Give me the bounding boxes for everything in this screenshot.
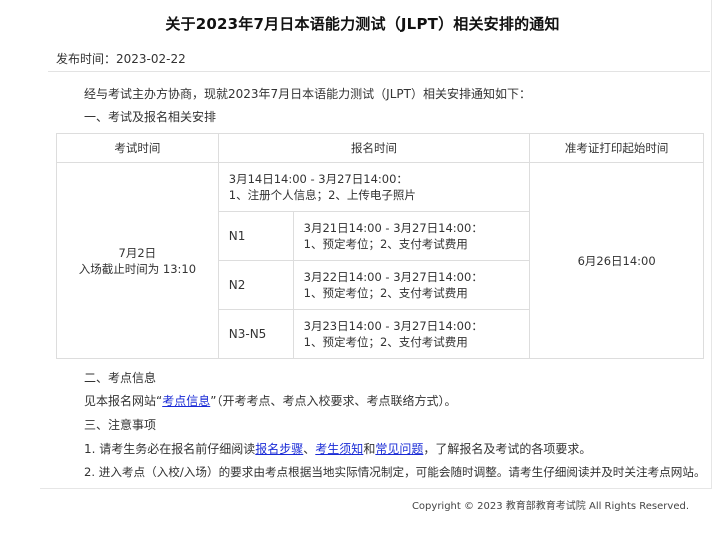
copyright: Copyright © 2023 教育部教育考试院 All Rights Res… xyxy=(411,501,689,512)
registration-steps-link[interactable]: 报名步骤 xyxy=(255,442,303,456)
section-heading-notes: 三、注意事项 xyxy=(84,418,157,432)
level-registration-cell: 3月21日14:00 - 3月27日14:00： 1、预定考位；2、支付考试费用 xyxy=(292,211,531,261)
header-exam-time: 考试时间 xyxy=(56,133,219,163)
level-cell: N1 xyxy=(217,211,294,261)
note-1: 1. 请考生务必在报名前仔细阅读报名步骤、考生须知和常见问题，了解报名及考试的各… xyxy=(84,440,591,457)
exam-cutoff: 入场截止时间为 13:10 xyxy=(78,261,197,276)
note-2: 2. 进入考点（入校/入场）的要求由考点根据当地实际情况制定，可能会随时调整。请… xyxy=(84,465,706,479)
level-registration-steps: 1、预定考位；2、支付考试费用 xyxy=(303,286,468,300)
level-cell: N3-N5 xyxy=(217,309,294,359)
faq-link[interactable]: 常见问题 xyxy=(375,442,423,456)
general-registration-steps: 1、注册个人信息；2、上传电子照片 xyxy=(228,188,416,202)
level-registration-time: 3月21日14:00 - 3月27日14:00： xyxy=(303,221,483,235)
venue-info-prefix: 见本报名网站“ xyxy=(84,394,163,408)
note-1-separator: 、 xyxy=(303,442,316,456)
level-cell: N2 xyxy=(217,260,294,310)
venue-info-suffix: ”（开考考点、考点入校要求、考点联络方式）。 xyxy=(210,394,457,408)
general-registration-time: 3月14日14:00 - 3月27日14:00： xyxy=(228,172,408,186)
level-registration-cell: 3月22日14:00 - 3月27日14:00： 1、预定考位；2、支付考试费用 xyxy=(292,260,531,310)
page-title: 关于2023年7月日本语能力测试（JLPT）相关安排的通知 xyxy=(165,15,560,33)
divider xyxy=(48,71,710,72)
venue-info-line: 见本报名网站“考点信息”（开考考点、考点入校要求、考点联络方式）。 xyxy=(84,392,456,409)
header-registration-time: 报名时间 xyxy=(217,133,531,163)
table-row: 7月2日 入场截止时间为 13:10 3月14日14:00 - 3月27日14:… xyxy=(56,162,704,359)
venue-info-link[interactable]: 考点信息 xyxy=(162,394,210,408)
level-registration-time: 3月23日14:00 - 3月27日14:00： xyxy=(303,319,483,333)
publish-date: 发布时间：2023-02-22 xyxy=(56,52,186,66)
general-registration-cell: 3月14日14:00 - 3月27日14:00： 1、注册个人信息；2、上传电子… xyxy=(217,162,531,212)
note-1-suffix: ，了解报名及考试的各项要求。 xyxy=(423,442,592,456)
note-1-prefix: 1. 请考生务必在报名前仔细阅读 xyxy=(84,442,256,456)
table-header-row: 考试时间 报名时间 准考证打印起始时间 xyxy=(56,133,704,163)
level-registration-steps: 1、预定考位；2、支付考试费用 xyxy=(303,237,468,251)
level-registration-steps: 1、预定考位；2、支付考试费用 xyxy=(303,335,468,349)
exam-date: 7月2日 xyxy=(118,245,157,260)
level-registration-cell: 3月23日14:00 - 3月27日14:00： 1、预定考位；2、支付考试费用 xyxy=(292,309,531,359)
schedule-table: 考试时间 报名时间 准考证打印起始时间 7月2日 入场截止时间为 13:10 3… xyxy=(56,133,704,359)
section-heading-exam: 一、考试及报名相关安排 xyxy=(84,110,217,124)
section-heading-venue: 二、考点信息 xyxy=(84,371,157,385)
print-start-cell: 6月26日14:00 xyxy=(529,162,704,359)
level-registration-time: 3月22日14:00 - 3月27日14:00： xyxy=(303,270,483,284)
intro-text: 经与考试主办方协商，现就2023年7月日本语能力测试（JLPT）相关安排通知如下… xyxy=(84,87,531,101)
exam-date-cell: 7月2日 入场截止时间为 13:10 xyxy=(56,162,219,359)
header-print-start: 准考证打印起始时间 xyxy=(529,133,704,163)
note-1-and: 和 xyxy=(363,442,376,456)
candidate-notice-link[interactable]: 考生须知 xyxy=(315,442,363,456)
